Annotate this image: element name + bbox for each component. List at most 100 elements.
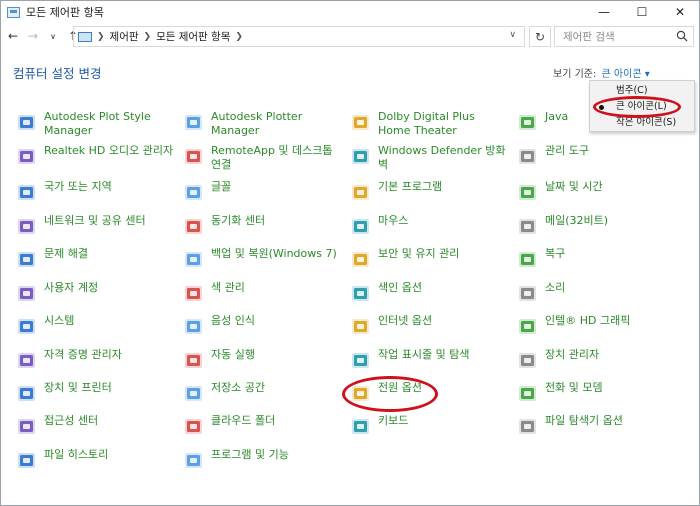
control-panel-item[interactable]: 복구 bbox=[516, 247, 675, 272]
control-panel-item[interactable]: 네트워크 및 공유 센터 bbox=[15, 214, 174, 239]
highlight-circle-power-options bbox=[342, 376, 438, 412]
control-panel-item[interactable]: 마우스 bbox=[349, 214, 508, 239]
control-panel-item[interactable]: 전화 및 모뎀 bbox=[516, 381, 675, 406]
minimize-button[interactable]: — bbox=[585, 1, 623, 23]
control-panel-item-label: Dolby Digital Plus Home Theater bbox=[378, 110, 475, 137]
maximize-button[interactable]: ☐ bbox=[623, 1, 661, 23]
control-panel-item-label: 자동 실행 bbox=[211, 348, 255, 361]
control-panel-item[interactable]: 시스템 bbox=[15, 314, 174, 339]
control-panel-item[interactable]: 음성 인식 bbox=[182, 314, 341, 339]
control-panel-item[interactable]: 동기화 센터 bbox=[182, 214, 341, 239]
view-by-dropdown[interactable]: 큰 아이콘 ▾ bbox=[602, 69, 650, 80]
close-button[interactable]: ✕ bbox=[661, 1, 699, 23]
control-panel-item[interactable]: Windows Defender 방화벽 bbox=[349, 144, 508, 172]
control-panel-item-label: 음성 인식 bbox=[211, 314, 255, 327]
control-panel-item-label: 장치 관리자 bbox=[545, 348, 600, 361]
control-panel-item-label: 전화 및 모뎀 bbox=[545, 381, 603, 394]
breadcrumb-control-panel[interactable]: 제어판 bbox=[110, 29, 139, 44]
control-panel-small-icon bbox=[78, 31, 92, 42]
taskbar-icon bbox=[349, 349, 373, 373]
control-panel-item-label: 클라우드 폴더 bbox=[211, 414, 276, 427]
control-panel-item[interactable]: 키보드 bbox=[349, 414, 508, 439]
color-icon bbox=[182, 282, 206, 306]
control-panel-item[interactable]: 백업 및 복원(Windows 7) bbox=[182, 247, 341, 272]
search-icon[interactable] bbox=[676, 30, 688, 42]
control-panel-item[interactable]: Realtek HD 오디오 관리자 bbox=[15, 144, 174, 169]
control-panel-item[interactable]: 인텔® HD 그래픽 bbox=[516, 314, 675, 339]
control-panel-item-label: 파일 히스토리 bbox=[44, 448, 109, 461]
search-box[interactable] bbox=[554, 26, 694, 47]
control-panel-item-label: RemoteApp 및 데스크톱 연결 bbox=[211, 144, 333, 171]
control-panel-item[interactable]: 저장소 공간 bbox=[182, 381, 341, 406]
intel-graphics-icon bbox=[516, 315, 540, 339]
control-panel-item[interactable]: 프로그램 및 기능 bbox=[182, 448, 341, 473]
control-panel-item[interactable]: 자격 증명 관리자 bbox=[15, 348, 174, 373]
control-panel-item[interactable]: 색 관리 bbox=[182, 281, 341, 306]
window-title: 모든 제어판 항목 bbox=[26, 6, 104, 19]
control-panel-item[interactable]: 날짜 및 시간 bbox=[516, 180, 675, 205]
control-panel-item-label: 기본 프로그램 bbox=[378, 180, 443, 193]
refresh-button[interactable]: ↻ bbox=[529, 26, 551, 47]
control-panel-item[interactable]: 인터넷 옵션 bbox=[349, 314, 508, 339]
control-panel-item[interactable]: Java bbox=[516, 110, 675, 135]
recent-locations-icon[interactable]: ∨ bbox=[45, 32, 61, 41]
control-panel-item[interactable]: 파일 히스토리 bbox=[15, 448, 174, 473]
control-panel-item[interactable]: Dolby Digital Plus Home Theater bbox=[349, 110, 508, 138]
control-panel-item[interactable]: 문제 해결 bbox=[15, 247, 174, 272]
remote-desktop-icon bbox=[182, 145, 206, 169]
control-panel-item[interactable]: 접근성 센터 bbox=[15, 414, 174, 439]
navigation-bar: ← → ∨ ↑ ❯ 제어판 ❯ 모든 제어판 항목 ❯ ∨ ↻ bbox=[1, 23, 699, 49]
computer-icon bbox=[15, 315, 39, 339]
control-panel-item-label: 백업 및 복원(Windows 7) bbox=[211, 247, 337, 260]
mouse-icon bbox=[349, 215, 373, 239]
back-arrow-icon[interactable]: ← bbox=[5, 29, 21, 43]
storage-icon bbox=[182, 382, 206, 406]
control-panel-icon bbox=[7, 6, 20, 18]
device-manager-icon bbox=[516, 349, 540, 373]
control-panel-item-label: 파일 탐색기 옵션 bbox=[545, 414, 623, 427]
search-input[interactable] bbox=[563, 30, 681, 43]
control-panel-item[interactable]: 클라우드 폴더 bbox=[182, 414, 341, 439]
control-panel-item[interactable]: 글꼴 bbox=[182, 180, 341, 205]
programs-icon bbox=[182, 449, 206, 473]
backup-icon bbox=[182, 248, 206, 272]
control-panel-item[interactable]: 장치 관리자 bbox=[516, 348, 675, 373]
control-panel-item-label: 날짜 및 시간 bbox=[545, 180, 603, 193]
address-bar[interactable]: ❯ 제어판 ❯ 모든 제어판 항목 ❯ ∨ bbox=[73, 26, 525, 47]
control-panel-item[interactable]: 메일(32비트) bbox=[516, 214, 675, 239]
control-panel-item-label: Realtek HD 오디오 관리자 bbox=[44, 144, 174, 157]
control-panel-item[interactable]: 파일 탐색기 옵션 bbox=[516, 414, 675, 439]
folder-options-icon bbox=[516, 415, 540, 439]
control-panel-item[interactable]: 관리 도구 bbox=[516, 144, 675, 169]
forward-arrow-icon[interactable]: → bbox=[25, 29, 41, 43]
control-panel-item-label: Windows Defender 방화벽 bbox=[378, 144, 506, 171]
breadcrumb-all-items[interactable]: 모든 제어판 항목 bbox=[156, 29, 230, 44]
globe-icon bbox=[15, 181, 39, 205]
control-panel-item[interactable]: 색인 옵션 bbox=[349, 281, 508, 306]
breadcrumb-separator-icon: ❯ bbox=[143, 31, 152, 42]
chevron-down-icon[interactable]: ∨ bbox=[509, 30, 516, 40]
sync-icon bbox=[182, 215, 206, 239]
control-panel-item-label: Autodesk Plot Style Manager bbox=[44, 110, 151, 137]
control-panel-item[interactable]: 소리 bbox=[516, 281, 675, 306]
control-panel-item-label: 소리 bbox=[545, 281, 566, 294]
credential-vault-icon bbox=[15, 349, 39, 373]
control-panel-item[interactable]: 자동 실행 bbox=[182, 348, 341, 373]
troubleshoot-icon bbox=[15, 248, 39, 272]
control-panel-item-label: 프로그램 및 기능 bbox=[211, 448, 289, 461]
default-programs-icon bbox=[349, 181, 373, 205]
control-panel-item[interactable]: 기본 프로그램 bbox=[349, 180, 508, 205]
control-panel-item[interactable]: Autodesk Plotter Manager bbox=[182, 110, 341, 138]
control-panel-item-label: 저장소 공간 bbox=[211, 381, 266, 394]
control-panel-item[interactable]: Autodesk Plot Style Manager bbox=[15, 110, 174, 138]
control-panel-item[interactable]: 사용자 계정 bbox=[15, 281, 174, 306]
autoplay-icon bbox=[182, 349, 206, 373]
control-panel-item[interactable]: 작업 표시줄 및 탐색 bbox=[349, 348, 508, 373]
control-panel-item[interactable]: 보안 및 유지 관리 bbox=[349, 247, 508, 272]
control-panel-item-label: 관리 도구 bbox=[545, 144, 589, 157]
plot-style-icon bbox=[15, 111, 39, 135]
users-icon bbox=[15, 282, 39, 306]
control-panel-item[interactable]: RemoteApp 및 데스크톱 연결 bbox=[182, 144, 341, 172]
control-panel-item[interactable]: 국가 또는 지역 bbox=[15, 180, 174, 205]
control-panel-item[interactable]: 장치 및 프린터 bbox=[15, 381, 174, 406]
